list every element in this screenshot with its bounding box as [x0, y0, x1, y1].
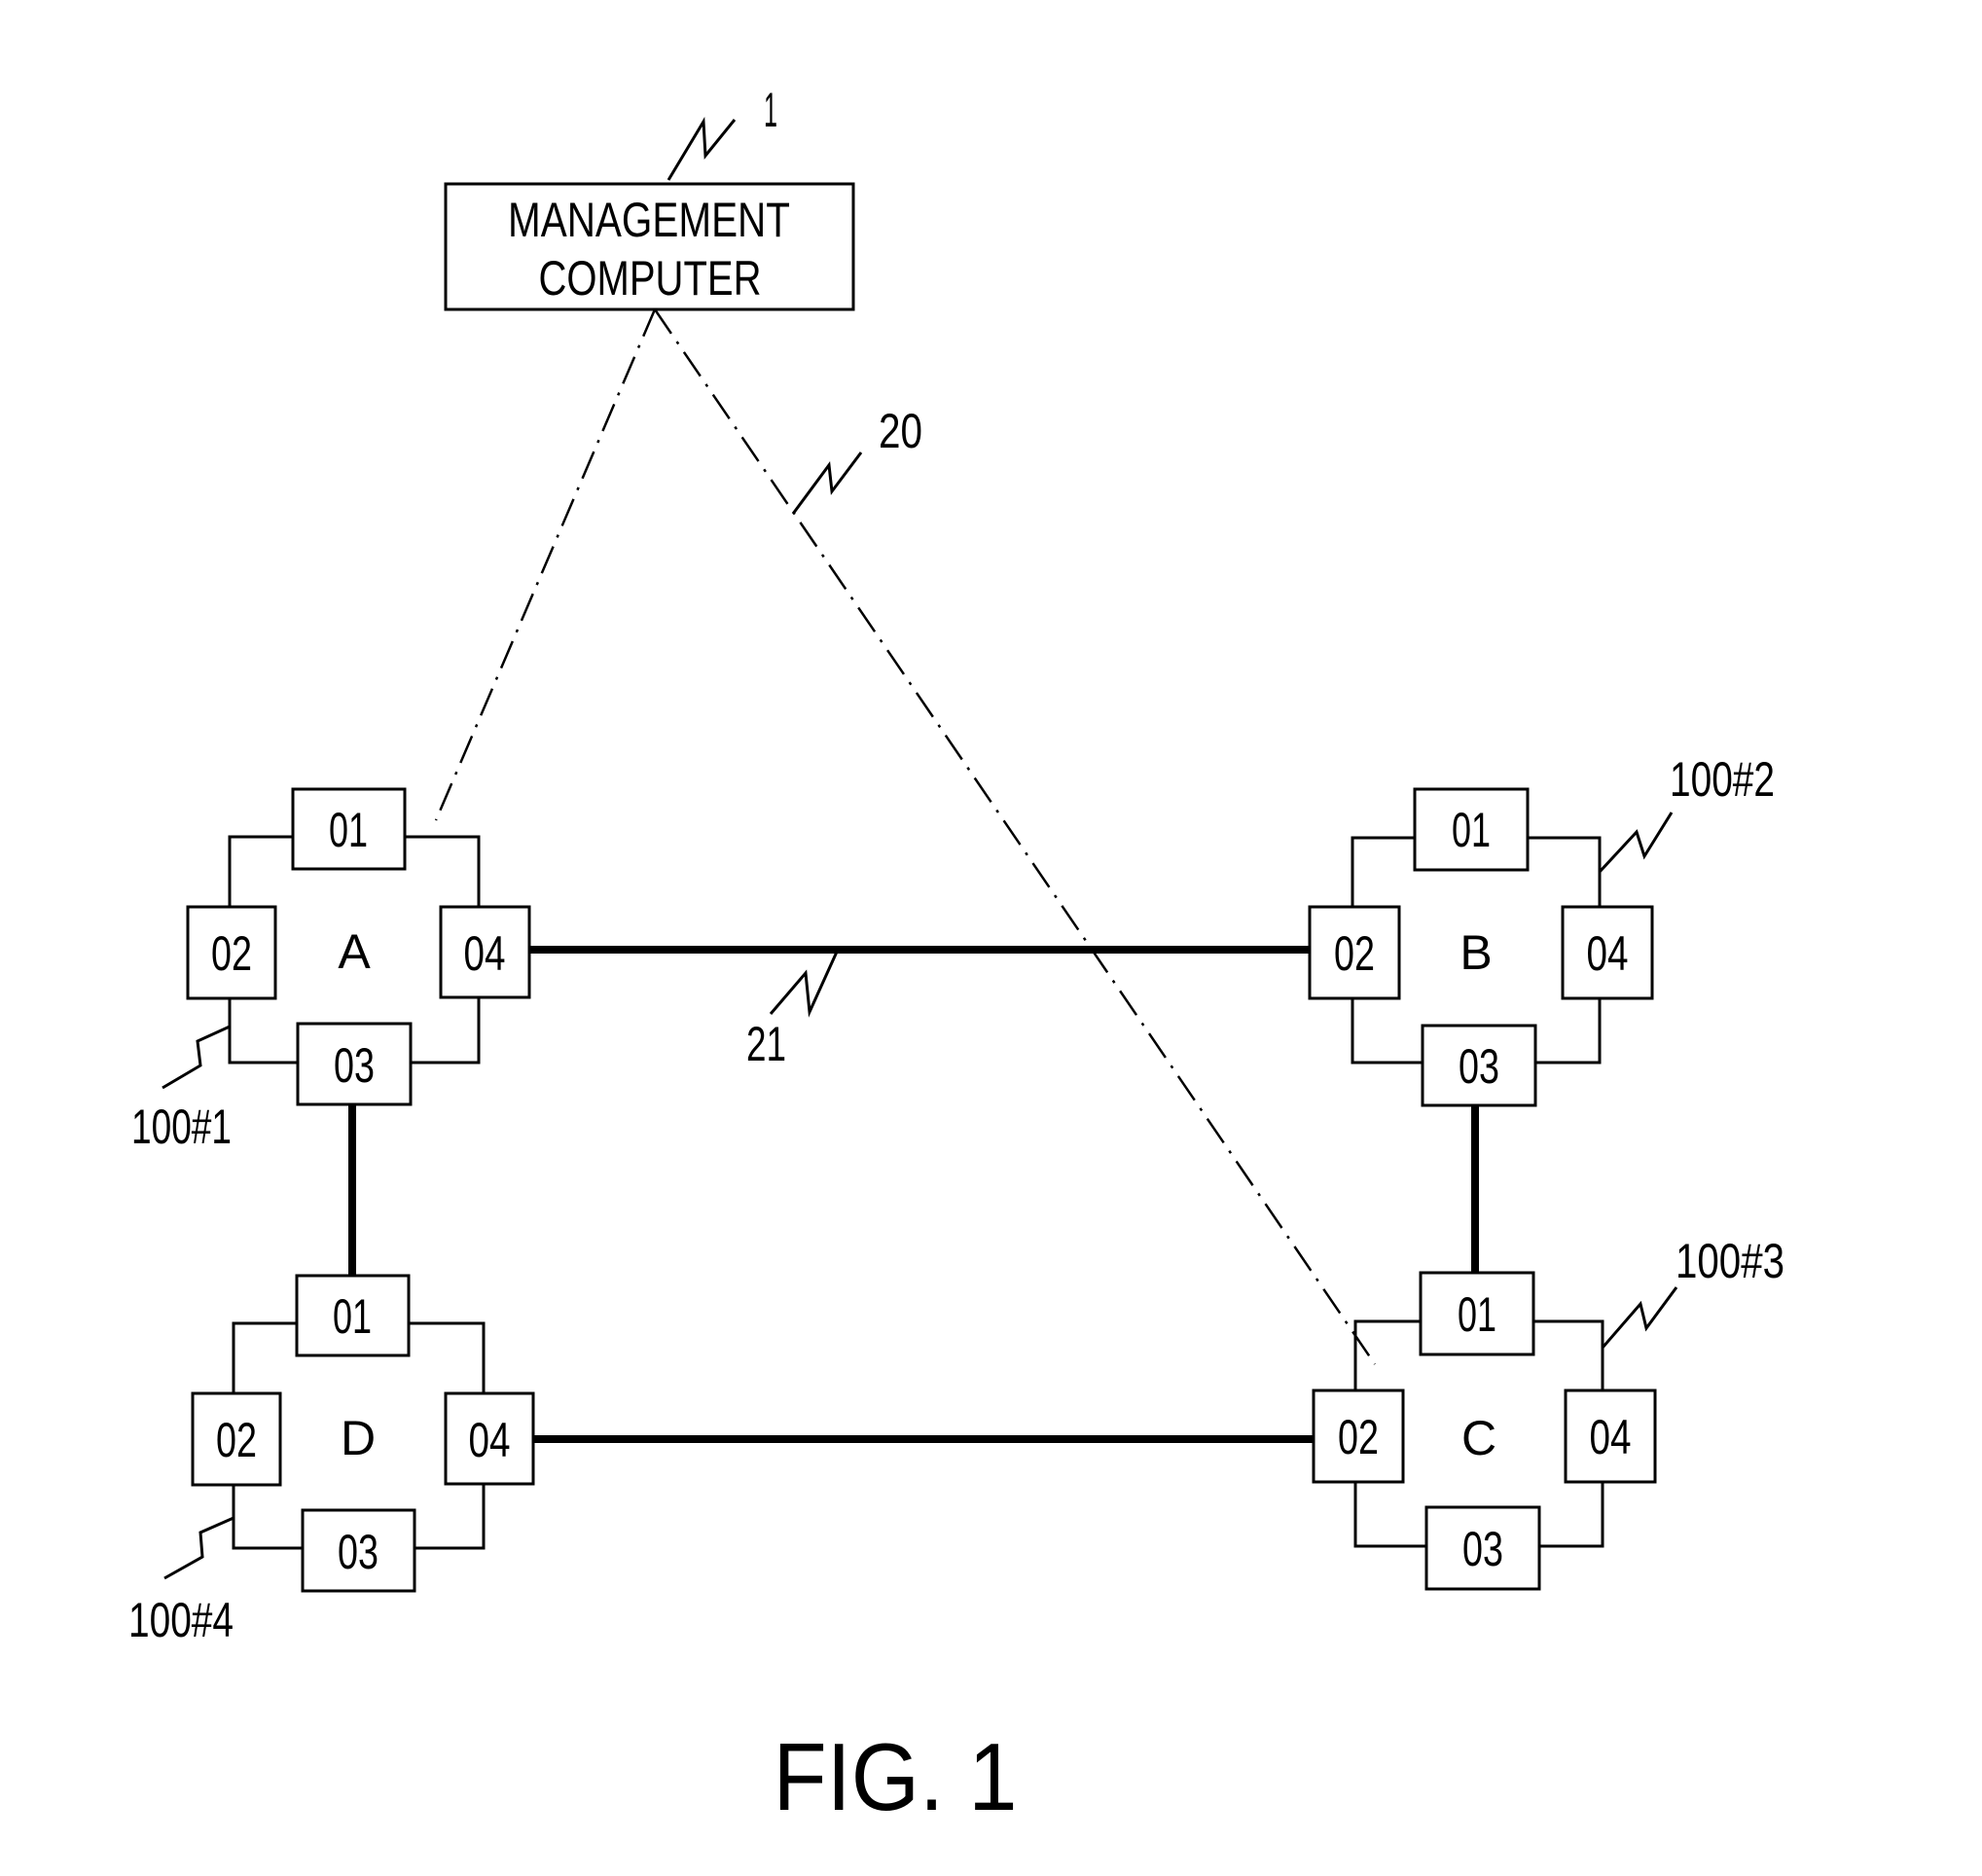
ref-label-node-b: 100#2: [1670, 752, 1775, 807]
node-b-port-03-label: 03: [1459, 1039, 1499, 1094]
node-b-port-04-label: 04: [1587, 926, 1629, 981]
node-b-label: B: [1459, 925, 1492, 980]
node-d-port-03-label: 03: [338, 1525, 378, 1579]
ref-label-management-network: 20: [879, 404, 922, 458]
node-c-port-01-label: 01: [1458, 1287, 1496, 1342]
node-a-label: A: [338, 924, 371, 979]
ref-leader-100-1: [162, 1025, 231, 1090]
node-a-port-02-label: 02: [211, 926, 252, 981]
node-d-port-04-label: 04: [469, 1413, 511, 1467]
node-a-port-01-label: 01: [329, 803, 368, 857]
management-computer-line1: MANAGEMENT: [508, 193, 790, 247]
node-b-port-02-label: 02: [1334, 926, 1375, 981]
node-b-port-01-label: 01: [1452, 803, 1491, 857]
node-c-port-02-label: 02: [1338, 1410, 1379, 1464]
node-c: 01 02 03 04 C: [1312, 1271, 1657, 1591]
node-c-label: C: [1461, 1411, 1496, 1465]
network-diagram: MANAGEMENT COMPUTER 1 20 21 01 02 03 04 …: [128, 83, 1784, 1830]
node-d-label: D: [341, 1411, 376, 1465]
ref-leader-100-3: [1601, 1286, 1678, 1349]
node-d: 01 02 03 04 D: [191, 1274, 535, 1593]
ref-leader-100-4: [163, 1516, 234, 1580]
node-d-port-02-label: 02: [216, 1413, 257, 1467]
node-a: 01 02 03 04 A: [186, 787, 531, 1106]
ref-label-node-d: 100#4: [128, 1593, 234, 1647]
management-line-to-c: [653, 308, 1377, 1365]
figure-caption: FIG. 1: [774, 1723, 1018, 1830]
node-c-port-04-label: 04: [1590, 1410, 1632, 1464]
ref-leader-21: [769, 949, 840, 1018]
ref-label-data-link: 21: [746, 1017, 786, 1071]
ref-leader-20: [791, 451, 863, 515]
management-computer: MANAGEMENT COMPUTER: [444, 182, 855, 311]
node-a-port-03-label: 03: [334, 1038, 375, 1093]
ref-leader-100-2: [1598, 812, 1674, 874]
node-c-port-03-label: 03: [1462, 1522, 1503, 1576]
ref-label-node-a: 100#1: [131, 1100, 232, 1154]
management-computer-line2: COMPUTER: [539, 251, 762, 306]
management-line-to-a: [434, 308, 657, 821]
ref-leader-1: [667, 117, 737, 181]
ref-label-management-computer: 1: [764, 83, 777, 137]
ref-label-node-c: 100#3: [1676, 1234, 1784, 1288]
node-b: 01 02 03 04 B: [1308, 787, 1654, 1107]
node-a-port-04-label: 04: [464, 926, 506, 981]
node-d-port-01-label: 01: [333, 1289, 372, 1344]
